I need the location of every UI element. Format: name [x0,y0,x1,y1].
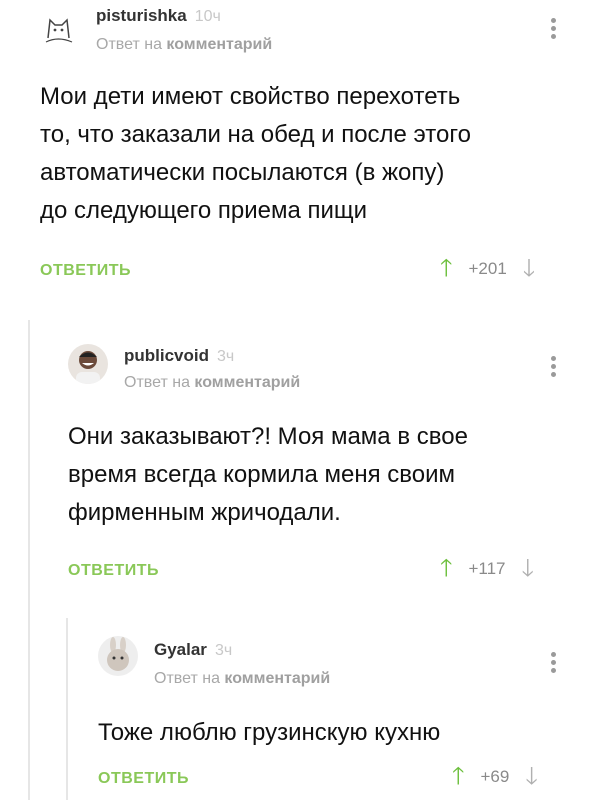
vote-control: 🡑 +201 🡓 [440,257,535,281]
arrow-up-icon[interactable]: 🡑 [452,765,464,789]
arrow-down-icon[interactable]: 🡓 [525,765,537,789]
reply-button[interactable]: ОТВЕТИТЬ [40,262,131,280]
rabbit-avatar-icon [107,637,129,671]
arrow-down-icon[interactable]: 🡓 [523,257,535,281]
comment: pisturishka 10ч Ответ на комментарий Мои … [0,0,600,300]
username[interactable]: Gyalar 3ч [154,640,232,660]
username[interactable]: publicvoid 3ч [124,346,234,366]
reply-to-link[interactable]: Ответ на комментарий [96,36,272,54]
comment-text: Мои дети имеют свойство перехотеть то, ч… [40,83,471,224]
score: +117 [468,559,506,578]
username[interactable]: pisturishka 10ч [96,6,221,26]
comment-time: 3ч [214,642,233,659]
reply-to-link[interactable]: Ответ на комментарий [124,374,300,392]
reply-to-link[interactable]: Ответ на комментарий [154,670,330,688]
reply-button[interactable]: ОТВЕТИТЬ [68,562,159,580]
arrow-down-icon[interactable]: 🡓 [522,557,534,581]
avatar[interactable] [40,8,80,48]
comment-text: Тоже люблю грузинскую кухню [98,719,441,746]
reply-button[interactable]: ОТВЕТИТЬ [98,770,189,788]
more-vertical-icon[interactable] [550,652,558,676]
avatar[interactable] [98,636,138,676]
comment-time: 3ч [217,348,235,365]
more-vertical-icon[interactable] [550,18,558,42]
score: +201 [468,259,507,278]
arrow-up-icon[interactable]: 🡑 [440,557,452,581]
comment-time: 10ч [194,8,221,25]
comment: Gyalar 3ч Ответ на комментарий Тоже люблю… [0,620,600,800]
score: +69 [480,767,510,786]
arrow-up-icon[interactable]: 🡑 [440,257,452,281]
vote-control: 🡑 +69 🡓 [452,765,538,789]
vote-control: 🡑 +117 🡓 [440,557,534,581]
comment: publicvoid 3ч Ответ на комментарий Они за… [0,330,600,610]
person-avatar-icon [76,351,100,384]
more-vertical-icon[interactable] [550,356,558,380]
cat-avatar-icon [45,18,73,43]
comment-text: Они заказывают?! Моя мама в свое время в… [68,423,468,526]
avatar[interactable] [68,344,108,384]
